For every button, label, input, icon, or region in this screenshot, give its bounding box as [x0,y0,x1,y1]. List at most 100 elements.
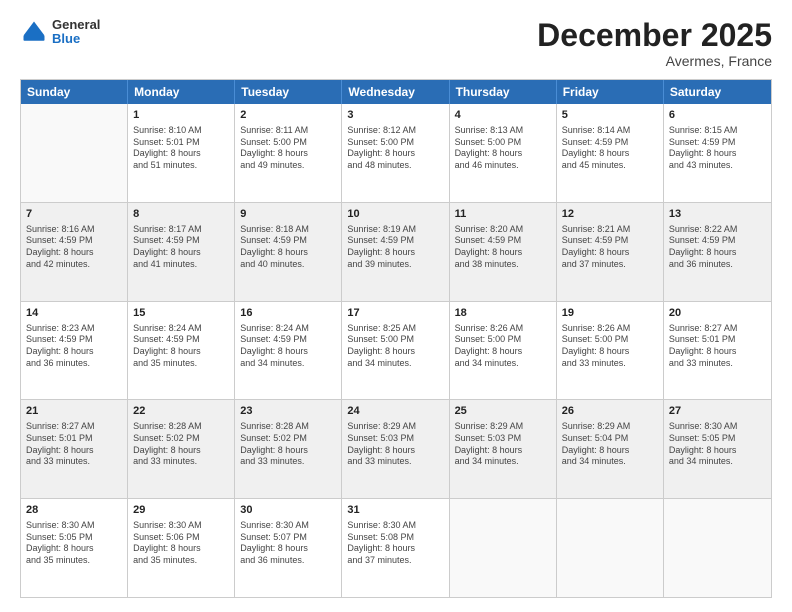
day-number: 15 [133,306,229,321]
cell-info-line: Sunrise: 8:30 AM [26,520,122,532]
day-number: 25 [455,404,551,419]
cell-info-line: Daylight: 8 hours [562,148,658,160]
calendar-header-monday: Monday [128,80,235,104]
cell-info-line: and 36 minutes. [240,555,336,567]
cell-info-line: Daylight: 8 hours [133,148,229,160]
cell-info-line: Sunset: 4:59 PM [26,334,122,346]
cell-info-line: Sunrise: 8:29 AM [562,421,658,433]
cell-info-line: Sunrise: 8:26 AM [455,323,551,335]
calendar-cell-3-4: 25Sunrise: 8:29 AMSunset: 5:03 PMDayligh… [450,400,557,498]
cell-info-line: Sunset: 5:01 PM [133,137,229,149]
calendar-cell-3-5: 26Sunrise: 8:29 AMSunset: 5:04 PMDayligh… [557,400,664,498]
cell-info-line: and 34 minutes. [455,358,551,370]
cell-info-line: Daylight: 8 hours [562,346,658,358]
cell-info-line: Sunset: 5:00 PM [562,334,658,346]
calendar-cell-2-2: 16Sunrise: 8:24 AMSunset: 4:59 PMDayligh… [235,302,342,400]
cell-info-line: and 36 minutes. [26,358,122,370]
cell-info-line: Sunrise: 8:29 AM [455,421,551,433]
calendar-cell-1-5: 12Sunrise: 8:21 AMSunset: 4:59 PMDayligh… [557,203,664,301]
calendar-row-3: 21Sunrise: 8:27 AMSunset: 5:01 PMDayligh… [21,400,771,499]
day-number: 7 [26,207,122,222]
day-number: 21 [26,404,122,419]
calendar-cell-4-2: 30Sunrise: 8:30 AMSunset: 5:07 PMDayligh… [235,499,342,597]
calendar-cell-2-6: 20Sunrise: 8:27 AMSunset: 5:01 PMDayligh… [664,302,771,400]
cell-info-line: Sunrise: 8:15 AM [669,125,766,137]
cell-info-line: Sunset: 4:59 PM [562,235,658,247]
cell-info-line: Sunrise: 8:21 AM [562,224,658,236]
calendar-header-friday: Friday [557,80,664,104]
day-number: 4 [455,108,551,123]
day-number: 16 [240,306,336,321]
cell-info-line: and 38 minutes. [455,259,551,271]
cell-info-line: and 35 minutes. [133,555,229,567]
cell-info-line: and 33 minutes. [240,456,336,468]
cell-info-line: Sunrise: 8:19 AM [347,224,443,236]
cell-info-line: and 35 minutes. [26,555,122,567]
cell-info-line: Sunset: 5:00 PM [455,334,551,346]
cell-info-line: Daylight: 8 hours [347,346,443,358]
cell-info-line: and 46 minutes. [455,160,551,172]
day-number: 31 [347,503,443,518]
cell-info-line: Sunrise: 8:30 AM [347,520,443,532]
cell-info-line: and 33 minutes. [26,456,122,468]
calendar-header-sunday: Sunday [21,80,128,104]
calendar-cell-3-3: 24Sunrise: 8:29 AMSunset: 5:03 PMDayligh… [342,400,449,498]
day-number: 9 [240,207,336,222]
cell-info-line: Sunrise: 8:28 AM [133,421,229,433]
cell-info-line: Sunset: 4:59 PM [240,235,336,247]
cell-info-line: Sunrise: 8:30 AM [133,520,229,532]
day-number: 19 [562,306,658,321]
cell-info-line: Daylight: 8 hours [347,247,443,259]
logo-icon [20,18,48,46]
month-title: December 2025 [537,18,772,53]
calendar-header-tuesday: Tuesday [235,80,342,104]
logo-general-text: General [52,18,100,32]
cell-info-line: and 45 minutes. [562,160,658,172]
cell-info-line: Daylight: 8 hours [26,346,122,358]
page: General Blue December 2025 Avermes, Fran… [0,0,792,612]
calendar-row-4: 28Sunrise: 8:30 AMSunset: 5:05 PMDayligh… [21,499,771,597]
day-number: 17 [347,306,443,321]
cell-info-line: Sunrise: 8:10 AM [133,125,229,137]
cell-info-line: and 40 minutes. [240,259,336,271]
day-number: 11 [455,207,551,222]
cell-info-line: and 33 minutes. [133,456,229,468]
calendar-row-2: 14Sunrise: 8:23 AMSunset: 4:59 PMDayligh… [21,302,771,401]
day-number: 22 [133,404,229,419]
cell-info-line: Daylight: 8 hours [347,148,443,160]
cell-info-line: Sunset: 5:01 PM [26,433,122,445]
cell-info-line: Daylight: 8 hours [240,346,336,358]
logo: General Blue [20,18,100,47]
calendar-cell-1-0: 7Sunrise: 8:16 AMSunset: 4:59 PMDaylight… [21,203,128,301]
cell-info-line: Sunset: 5:07 PM [240,532,336,544]
cell-info-line: Sunrise: 8:30 AM [240,520,336,532]
header: General Blue December 2025 Avermes, Fran… [20,18,772,69]
cell-info-line: and 33 minutes. [562,358,658,370]
title-block: December 2025 Avermes, France [537,18,772,69]
cell-info-line: Daylight: 8 hours [133,346,229,358]
cell-info-line: Sunset: 4:59 PM [133,334,229,346]
cell-info-line: and 34 minutes. [240,358,336,370]
cell-info-line: Sunset: 4:59 PM [133,235,229,247]
cell-info-line: Sunrise: 8:11 AM [240,125,336,137]
cell-info-line: Sunset: 5:02 PM [240,433,336,445]
day-number: 2 [240,108,336,123]
cell-info-line: Sunrise: 8:12 AM [347,125,443,137]
cell-info-line: Sunset: 5:05 PM [669,433,766,445]
cell-info-line: Sunrise: 8:29 AM [347,421,443,433]
day-number: 3 [347,108,443,123]
cell-info-line: Sunrise: 8:18 AM [240,224,336,236]
cell-info-line: Sunset: 4:59 PM [562,137,658,149]
cell-info-line: Daylight: 8 hours [133,445,229,457]
calendar-cell-1-2: 9Sunrise: 8:18 AMSunset: 4:59 PMDaylight… [235,203,342,301]
calendar-cell-2-4: 18Sunrise: 8:26 AMSunset: 5:00 PMDayligh… [450,302,557,400]
day-number: 12 [562,207,658,222]
cell-info-line: and 41 minutes. [133,259,229,271]
calendar-header: SundayMondayTuesdayWednesdayThursdayFrid… [21,80,771,104]
cell-info-line: and 34 minutes. [347,358,443,370]
calendar-cell-0-3: 3Sunrise: 8:12 AMSunset: 5:00 PMDaylight… [342,104,449,202]
day-number: 18 [455,306,551,321]
cell-info-line: Daylight: 8 hours [26,247,122,259]
logo-blue-text: Blue [52,32,100,46]
cell-info-line: Sunset: 5:00 PM [347,334,443,346]
